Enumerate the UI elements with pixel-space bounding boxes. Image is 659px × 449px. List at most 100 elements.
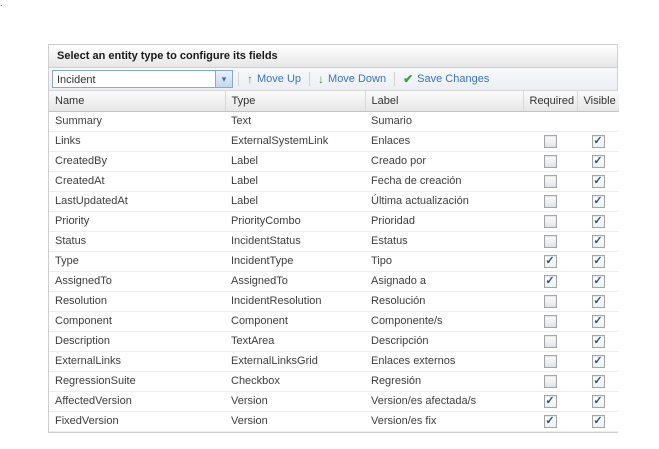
- cell-visible: ✓: [577, 311, 619, 331]
- cell-required: [523, 231, 577, 251]
- required-checkbox[interactable]: [544, 315, 557, 328]
- visible-checkbox[interactable]: ✓: [592, 255, 605, 268]
- move-down-button[interactable]: ↓ Move Down: [315, 73, 389, 85]
- panel-title: Select an entity type to configure its f…: [57, 50, 278, 62]
- move-up-button[interactable]: ↑ Move Up: [244, 73, 304, 85]
- panel-header: Select an entity type to configure its f…: [49, 45, 617, 68]
- required-checkbox[interactable]: [544, 375, 557, 388]
- visible-checkbox[interactable]: ✓: [592, 395, 605, 408]
- visible-checkbox[interactable]: ✓: [592, 355, 605, 368]
- cell-type: IncidentResolution: [225, 291, 365, 311]
- required-checkbox[interactable]: [544, 215, 557, 228]
- cell-label: Enlaces: [365, 131, 523, 151]
- cell-required: [523, 191, 577, 211]
- required-checkbox[interactable]: ✓: [544, 395, 557, 408]
- required-checkbox[interactable]: [544, 335, 557, 348]
- required-checkbox[interactable]: [544, 235, 557, 248]
- stray-mark: .: [0, 0, 3, 8]
- cell-required: [523, 211, 577, 231]
- visible-checkbox[interactable]: ✓: [592, 415, 605, 428]
- table-row[interactable]: PriorityPriorityComboPrioridad✓: [49, 211, 619, 231]
- cell-required: [523, 111, 577, 131]
- cell-type: AssignedTo: [225, 271, 365, 291]
- required-checkbox[interactable]: [544, 175, 557, 188]
- table-row[interactable]: FixedVersionVersionVersion/es fix✓✓: [49, 411, 619, 431]
- table-row[interactable]: DescriptionTextAreaDescripción✓: [49, 331, 619, 351]
- cell-type: Label: [225, 171, 365, 191]
- column-header-required[interactable]: Required: [523, 91, 577, 111]
- cell-name: CreatedAt: [49, 171, 225, 191]
- cell-name: AssignedTo: [49, 271, 225, 291]
- cell-required: [523, 351, 577, 371]
- cell-visible: ✓: [577, 171, 619, 191]
- table-row[interactable]: LinksExternalSystemLinkEnlaces✓: [49, 131, 619, 151]
- grid-header-row: Name Type Label Required Visible: [49, 91, 619, 111]
- required-checkbox[interactable]: ✓: [544, 415, 557, 428]
- visible-checkbox[interactable]: ✓: [592, 195, 605, 208]
- cell-label: Regresión: [365, 371, 523, 391]
- required-checkbox[interactable]: ✓: [544, 275, 557, 288]
- visible-checkbox[interactable]: ✓: [592, 135, 605, 148]
- visible-checkbox[interactable]: ✓: [592, 375, 605, 388]
- required-checkbox[interactable]: [544, 295, 557, 308]
- chevron-down-icon[interactable]: ▾: [215, 71, 232, 87]
- cell-label: Asignado a: [365, 271, 523, 291]
- table-row[interactable]: TypeIncidentTypeTipo✓✓: [49, 251, 619, 271]
- table-row[interactable]: ExternalLinksExternalLinksGridEnlaces ex…: [49, 351, 619, 371]
- cell-name: ExternalLinks: [49, 351, 225, 371]
- cell-label: Tipo: [365, 251, 523, 271]
- cell-name: LastUpdatedAt: [49, 191, 225, 211]
- column-header-name[interactable]: Name: [49, 91, 225, 111]
- table-row[interactable]: ResolutionIncidentResolutionResolución✓: [49, 291, 619, 311]
- table-row[interactable]: AssignedToAssignedToAsignado a✓✓: [49, 271, 619, 291]
- table-row[interactable]: AffectedVersionVersionVersion/es afectad…: [49, 391, 619, 411]
- table-row[interactable]: RegressionSuiteCheckboxRegresión ✓: [49, 371, 619, 391]
- required-checkbox[interactable]: [544, 195, 557, 208]
- fields-grid: Name Type Label Required Visible Summary…: [49, 91, 619, 432]
- cell-name: FixedVersion: [49, 411, 225, 431]
- visible-checkbox[interactable]: ✓: [592, 215, 605, 228]
- cell-required: ✓: [523, 271, 577, 291]
- required-checkbox[interactable]: [544, 135, 557, 148]
- cell-required: [523, 291, 577, 311]
- cell-visible: ✓: [577, 191, 619, 211]
- entity-type-select[interactable]: Incident ▾: [52, 70, 233, 88]
- visible-checkbox[interactable]: ✓: [592, 335, 605, 348]
- required-checkbox[interactable]: ✓: [544, 255, 557, 268]
- toolbar-separator: [238, 72, 239, 86]
- cell-type: IncidentType: [225, 251, 365, 271]
- cell-visible: ✓: [577, 151, 619, 171]
- cell-type: IncidentStatus: [225, 231, 365, 251]
- save-changes-button[interactable]: ✔ Save Changes: [400, 73, 492, 85]
- required-checkbox[interactable]: [544, 155, 557, 168]
- table-row[interactable]: StatusIncidentStatusEstatus✓: [49, 231, 619, 251]
- visible-checkbox[interactable]: ✓: [592, 315, 605, 328]
- visible-checkbox[interactable]: ✓: [592, 295, 605, 308]
- grid-body: SummaryTextSumarioLinksExternalSystemLin…: [49, 111, 619, 431]
- cell-name: RegressionSuite: [49, 371, 225, 391]
- visible-checkbox[interactable]: ✓: [592, 175, 605, 188]
- column-header-type[interactable]: Type: [225, 91, 365, 111]
- cell-visible: ✓: [577, 411, 619, 431]
- cell-name: Summary: [49, 111, 225, 131]
- required-checkbox[interactable]: [544, 355, 557, 368]
- visible-checkbox[interactable]: ✓: [592, 155, 605, 168]
- column-header-visible[interactable]: Visible: [577, 91, 619, 111]
- cell-label: Resolución: [365, 291, 523, 311]
- table-row[interactable]: LastUpdatedAtLabelÚltima actualización✓: [49, 191, 619, 211]
- cell-label: Sumario: [365, 111, 523, 131]
- visible-checkbox[interactable]: ✓: [592, 235, 605, 248]
- table-row[interactable]: SummaryTextSumario: [49, 111, 619, 131]
- toolbar: Incident ▾ ↑ Move Up ↓ Move Down ✔ Save …: [49, 68, 617, 91]
- table-row[interactable]: CreatedByLabelCreado por✓: [49, 151, 619, 171]
- cell-visible: ✓: [577, 131, 619, 151]
- cell-visible: ✓: [577, 231, 619, 251]
- cell-type: Text: [225, 111, 365, 131]
- table-row[interactable]: ComponentComponentComponente/s✓: [49, 311, 619, 331]
- cell-type: Checkbox: [225, 371, 365, 391]
- table-row[interactable]: CreatedAtLabelFecha de creación✓: [49, 171, 619, 191]
- save-changes-label: Save Changes: [417, 73, 489, 85]
- column-header-label[interactable]: Label: [365, 91, 523, 111]
- visible-checkbox[interactable]: ✓: [592, 275, 605, 288]
- check-icon: ✔: [403, 73, 413, 85]
